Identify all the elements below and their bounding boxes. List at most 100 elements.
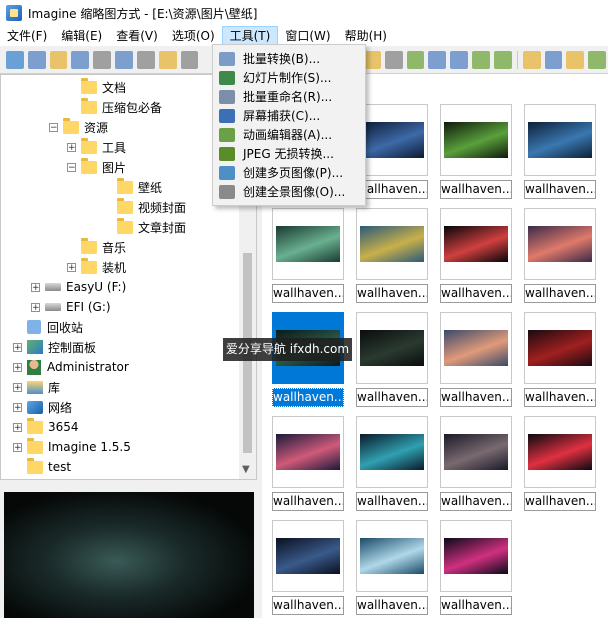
tree-icon[interactable] <box>406 50 425 69</box>
thumbnail-item[interactable]: wallhaven... <box>272 520 344 618</box>
thumbnail-frame[interactable] <box>356 416 428 488</box>
expand-icon[interactable]: + <box>13 442 22 452</box>
tree-item[interactable]: + 工具 <box>67 137 126 157</box>
menu-view[interactable]: 查看(V) <box>109 26 165 46</box>
tree-item[interactable]: + 控制面板 <box>13 337 96 357</box>
tree-item[interactable]: 壁纸 <box>117 177 162 197</box>
open-folder-icon[interactable] <box>49 50 68 69</box>
tools-menu-item[interactable]: JPEG 无损转换... <box>213 144 363 163</box>
thumbnail-caption[interactable]: wallhaven... <box>356 492 428 511</box>
thumbnail-caption[interactable]: wallhaven... <box>440 388 512 407</box>
thumb-icon[interactable] <box>472 50 490 69</box>
menu-edit[interactable]: 编辑(E) <box>54 26 109 46</box>
expand-icon[interactable]: + <box>67 262 76 272</box>
grid-large-icon[interactable] <box>450 50 469 69</box>
clock-icon[interactable] <box>384 50 403 69</box>
tree-item[interactable]: + Administrator <box>13 357 129 377</box>
thumbnail-item[interactable]: wallhaven... <box>524 104 596 203</box>
thumbnail-frame[interactable] <box>356 208 428 280</box>
thumbnail-item[interactable]: wallhaven... <box>272 416 344 515</box>
thumbnail-caption[interactable]: wallhaven... <box>356 180 428 199</box>
tree-item[interactable]: + EFI (G:) <box>31 297 111 317</box>
tree-item[interactable]: − 图片 <box>67 157 126 177</box>
thumbnail-caption[interactable]: wallhaven... <box>440 284 512 303</box>
thumbnail-frame[interactable] <box>272 520 344 592</box>
menu-tools[interactable]: 工具(T) <box>221 26 279 46</box>
menu-file[interactable]: 文件(F) <box>0 26 54 46</box>
thumbnail-item[interactable]: wallhaven... <box>524 416 596 515</box>
tree-item[interactable]: + Imagine 1.5.5 <box>13 437 131 457</box>
thumbnail-frame[interactable] <box>440 312 512 384</box>
expand-icon[interactable]: + <box>13 342 22 352</box>
thumbnail-frame[interactable] <box>440 416 512 488</box>
collapse-icon[interactable]: − <box>49 122 58 132</box>
tree-item[interactable]: + EasyU (F:) <box>31 277 126 297</box>
tree-item[interactable]: 文章封面 <box>117 217 186 237</box>
info-icon[interactable] <box>115 50 133 69</box>
thumbnail-frame[interactable] <box>524 312 596 384</box>
tree-item[interactable]: +3654 <box>13 417 79 437</box>
tools-menu-item[interactable]: 批量重命名(R)... <box>213 87 363 106</box>
expand-icon[interactable]: + <box>13 362 22 372</box>
expand-icon[interactable]: + <box>67 142 76 152</box>
expand-icon[interactable]: + <box>13 402 22 412</box>
tree-item[interactable]: + 库 <box>13 377 60 397</box>
thumbnail-item[interactable]: wallhaven... <box>356 208 428 307</box>
thumbnail-item[interactable]: wallhaven... <box>440 104 512 203</box>
thumbnail-item[interactable]: wallhaven... <box>356 104 428 203</box>
expand-icon[interactable]: + <box>31 282 40 292</box>
thumbnail-caption[interactable]: wallhaven... <box>440 596 512 615</box>
tree-item[interactable]: 视频封面 <box>117 197 186 217</box>
thumbnail-frame[interactable] <box>440 520 512 592</box>
thumbnail-item[interactable]: wallhaven... <box>440 520 512 618</box>
thumbnail-item[interactable]: wallhaven... <box>356 520 428 618</box>
thumbnail-frame[interactable] <box>440 208 512 280</box>
scroll-down-icon[interactable]: ▼ <box>242 464 250 475</box>
tools-menu-item[interactable]: 幻灯片制作(S)... <box>213 68 363 87</box>
thumbnail-item[interactable]: wallhaven... <box>272 312 344 411</box>
tools-menu-item[interactable]: 创建多页图像(P)... <box>213 163 363 182</box>
tree-item[interactable]: test <box>27 457 71 477</box>
thumbnail-caption[interactable]: wallhaven... <box>272 596 344 615</box>
menu-window[interactable]: 窗口(W) <box>278 26 337 46</box>
folder-up-icon[interactable] <box>522 50 541 69</box>
thumbnail-caption[interactable]: wallhaven... <box>524 180 596 199</box>
menu-help[interactable]: 帮助(H) <box>338 26 394 46</box>
thumbnail-frame[interactable] <box>272 416 344 488</box>
thumbnail-frame[interactable] <box>524 208 596 280</box>
tree-item[interactable]: 文档 <box>81 77 126 97</box>
thumbnail-caption[interactable]: wallhaven... <box>524 388 596 407</box>
tools-menu-item[interactable]: 批量转换(B)... <box>213 49 363 68</box>
expand-icon[interactable]: + <box>13 422 22 432</box>
thumbnail-frame[interactable] <box>524 104 596 176</box>
thumbnail-caption[interactable]: wallhaven... <box>440 492 512 511</box>
thumbnail-item[interactable]: wallhaven... <box>524 208 596 307</box>
thumbnail-caption[interactable]: wallhaven... <box>440 180 512 199</box>
thumbnail-frame[interactable] <box>524 416 596 488</box>
thumbnail-item[interactable]: wallhaven... <box>524 312 596 411</box>
expand-icon[interactable]: + <box>31 302 40 312</box>
forward-icon[interactable] <box>566 50 585 69</box>
tree-item[interactable]: + 网络 <box>13 397 72 417</box>
thumbnail-caption[interactable]: wallhaven... <box>524 492 596 511</box>
thumbnail-frame[interactable] <box>356 520 428 592</box>
view-icon[interactable] <box>6 50 24 69</box>
folder-icon[interactable] <box>158 50 177 69</box>
thumbnail-frame[interactable] <box>356 104 428 176</box>
thumbnail-item[interactable]: wallhaven... <box>440 416 512 515</box>
thumbnail-frame[interactable] <box>356 312 428 384</box>
tools-menu-item[interactable]: 创建全景图像(O)... <box>213 182 363 201</box>
thumbnail-item[interactable]: wallhaven... <box>272 208 344 307</box>
tools-menu-item[interactable]: 屏幕捕获(C)... <box>213 106 363 125</box>
tools-menu-item[interactable]: 动画编辑器(A)... <box>213 125 363 144</box>
thumbnail-caption[interactable]: wallhaven... <box>356 388 428 407</box>
thumbnail-item[interactable]: wallhaven... <box>440 208 512 307</box>
tree-item[interactable]: + 装机 <box>67 257 126 277</box>
thumbnail-caption[interactable]: wallhaven... <box>524 284 596 303</box>
save-icon[interactable] <box>71 50 90 69</box>
back-icon[interactable] <box>544 50 563 69</box>
tree-item[interactable]: 音乐 <box>81 237 126 257</box>
tree-item[interactable]: − 资源 <box>49 117 108 137</box>
thumbnail-item[interactable]: wallhaven... <box>356 312 428 411</box>
tree-item[interactable]: 回收站 <box>27 317 83 337</box>
